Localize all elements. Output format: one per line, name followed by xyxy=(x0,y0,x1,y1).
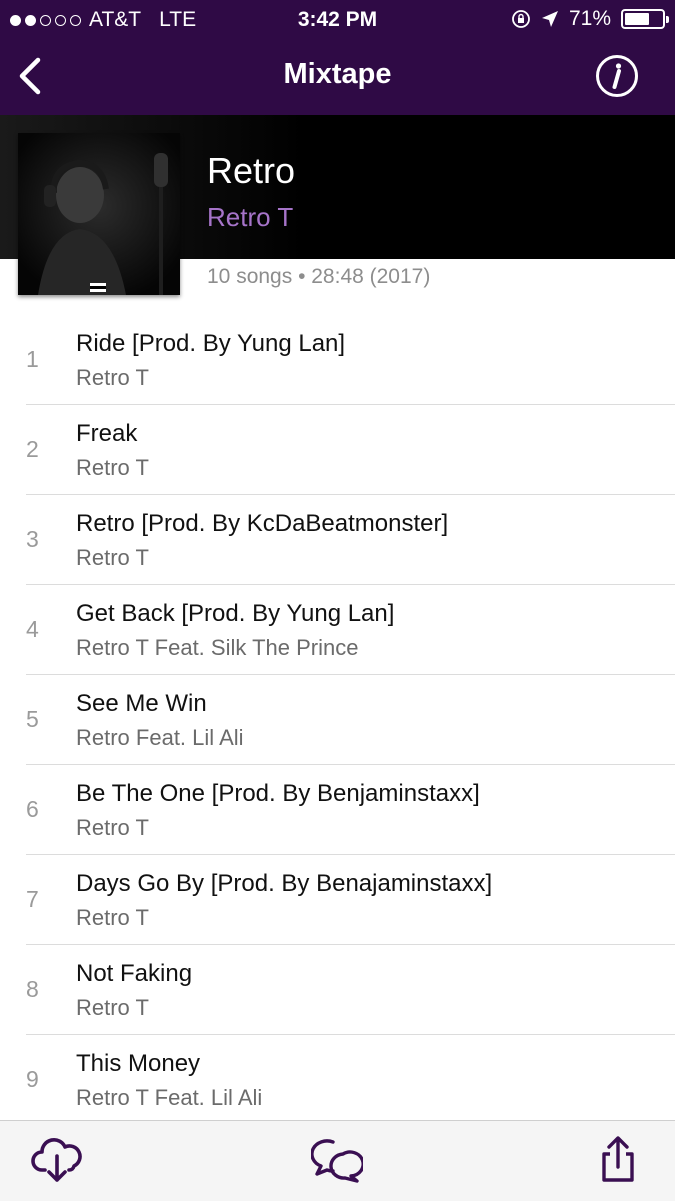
track-list: 1 Ride [Prod. By Yung Lan] Retro T 2 Freak Re… xyxy=(0,315,675,1125)
track-title: Be The One [Prod. By Benjaminstaxx] xyxy=(76,780,480,807)
status-bar: AT&T LTE 3:42 PM 71% xyxy=(0,0,675,40)
album-artwork xyxy=(18,133,180,295)
track-row[interactable]: 2 Freak Retro T xyxy=(0,405,675,495)
track-number: 5 xyxy=(26,706,39,732)
track-artist: Retro Feat. Lil Ali xyxy=(76,725,244,750)
track-number: 3 xyxy=(26,526,39,552)
track-row[interactable]: 6 Be The One [Prod. By Benjaminstaxx] Retr… xyxy=(0,765,675,855)
track-artist: Retro T xyxy=(76,455,149,480)
orientation-lock-icon xyxy=(512,10,530,28)
info-icon[interactable] xyxy=(595,54,639,98)
album-artist-link[interactable]: Retro T xyxy=(207,202,293,233)
battery-percent: 71% xyxy=(568,7,611,30)
track-artist: Retro T xyxy=(76,905,149,930)
location-arrow-icon xyxy=(541,11,558,27)
track-row[interactable]: 4 Get Back [Prod. By Yung Lan] Retro T Fea… xyxy=(0,585,675,675)
track-number: 4 xyxy=(26,616,39,642)
track-artist: Retro T Feat. Lil Ali xyxy=(76,1085,263,1110)
track-artist: Retro T xyxy=(76,545,149,570)
track-number: 8 xyxy=(26,976,39,1002)
track-title: Days Go By [Prod. By Benajaminstaxx] xyxy=(76,870,493,897)
track-title: See Me Win xyxy=(76,690,207,717)
track-artist: Retro T xyxy=(76,815,149,840)
track-number: 9 xyxy=(26,1066,39,1092)
track-number: 7 xyxy=(26,886,39,912)
track-number: 1 xyxy=(26,346,39,372)
track-artist: Retro T xyxy=(76,995,149,1020)
track-row[interactable]: 1 Ride [Prod. By Yung Lan] Retro T xyxy=(0,315,675,405)
track-row[interactable]: 3 Retro [Prod. By KcDaBeatmonster] Retro T xyxy=(0,495,675,585)
share-icon[interactable] xyxy=(592,1134,644,1186)
track-row[interactable]: 8 Not Faking Retro T xyxy=(0,945,675,1035)
track-title: This Money xyxy=(76,1050,201,1077)
top-bar: AT&T LTE 3:42 PM 71% Mixtape xyxy=(0,0,675,115)
comments-icon[interactable] xyxy=(311,1134,363,1186)
track-artist: Retro T Feat. Silk The Prince xyxy=(76,635,359,660)
album-title: Retro xyxy=(207,150,296,191)
track-title: Freak xyxy=(76,420,138,447)
track-artist: Retro T xyxy=(76,365,149,390)
track-number: 6 xyxy=(26,796,39,822)
track-row[interactable]: 7 Days Go By [Prod. By Benajaminstaxx] Ret… xyxy=(0,855,675,945)
track-row[interactable]: 5 See Me Win Retro Feat. Lil Ali xyxy=(0,675,675,765)
album-meta: 10 songs • 28:48 (2017) xyxy=(207,265,431,288)
track-title: Not Faking xyxy=(76,960,193,987)
track-row[interactable]: 9 This Money Retro T Feat. Lil Ali xyxy=(0,1035,675,1125)
navigation-bar: Mixtape xyxy=(0,40,675,115)
track-title: Get Back [Prod. By Yung Lan] xyxy=(76,600,395,627)
cloud-download-icon[interactable] xyxy=(31,1134,83,1186)
track-number: 2 xyxy=(26,436,39,462)
track-title: Retro [Prod. By KcDaBeatmonster] xyxy=(76,510,449,537)
page-title: Mixtape xyxy=(283,58,392,90)
battery-icon xyxy=(621,9,669,29)
bottom-toolbar xyxy=(0,1120,675,1201)
track-title: Ride [Prod. By Yung Lan] xyxy=(76,330,346,357)
